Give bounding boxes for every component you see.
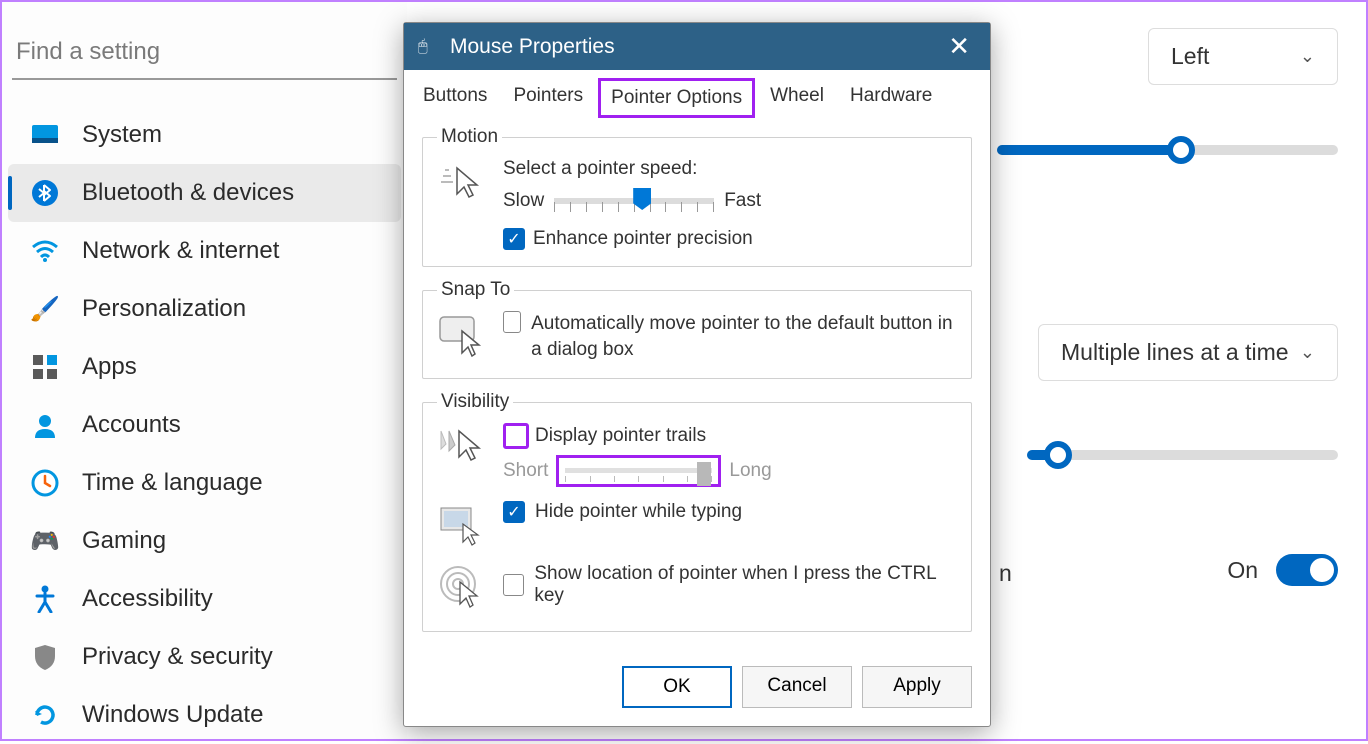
nav-label: Gaming [82,527,166,555]
nav-label: Windows Update [82,701,263,729]
nav-windows-update[interactable]: Windows Update [8,686,401,744]
enhance-precision-label: Enhance pointer precision [533,228,753,250]
tab-buttons[interactable]: Buttons [412,78,498,118]
dropdown-value: Multiple lines at a time [1061,339,1289,366]
ctrl-locate-icon [437,563,485,611]
motion-group: Motion Select a pointer speed: Slow Fast [422,126,972,267]
nav-label: System [82,121,162,149]
ctrl-locate-label: Show location of pointer when I press th… [534,563,957,607]
nav-time-language[interactable]: Time & language [8,454,401,512]
update-icon [30,700,60,730]
cursor-speed-slider[interactable] [997,145,1338,155]
apps-icon [30,352,60,382]
system-icon [30,120,60,150]
dialog-title: Mouse Properties [450,35,615,59]
toggle-label: On [1227,557,1258,584]
nav-label: Apps [82,353,137,381]
snapto-label: Automatically move pointer to the defaul… [531,311,957,362]
long-label: Long [729,460,771,482]
nav-label: Accessibility [82,585,213,613]
shield-icon [30,642,60,672]
ctrl-locate-checkbox[interactable] [503,574,524,596]
scroll-mode-dropdown[interactable]: Multiple lines at a time ⌄ [1038,324,1338,381]
nav-gaming[interactable]: 🎮 Gaming [8,512,401,570]
enhance-precision-checkbox[interactable]: ✓ [503,228,525,250]
nav-label: Time & language [82,469,263,497]
dialog-tabs: Buttons Pointers Pointer Options Wheel H… [404,70,990,118]
paintbrush-icon: 🖌️ [30,294,60,324]
pointer-trails-icon [437,423,485,471]
nav-label: Bluetooth & devices [82,179,294,207]
nav-bluetooth-devices[interactable]: Bluetooth & devices [8,164,401,222]
cancel-button[interactable]: Cancel [742,666,852,708]
display-trails-checkbox[interactable] [503,423,529,449]
visibility-group: Visibility Display pointer trails Short [422,391,972,632]
wifi-icon [30,236,60,266]
accessibility-icon [30,584,60,614]
snapto-group: Snap To Automatically move pointer to th… [422,279,972,379]
chevron-down-icon: ⌄ [1300,342,1315,363]
primary-button-dropdown[interactable]: Left ⌄ [1148,28,1338,85]
chevron-down-icon: ⌄ [1300,46,1315,67]
bluetooth-icon [30,178,60,208]
dropdown-value: Left [1171,43,1209,70]
cursor-motion-icon [437,158,485,206]
nav-label: Network & internet [82,237,279,265]
settings-sidebar: System Bluetooth & devices Network & int… [2,2,407,739]
snapto-icon [437,311,485,359]
nav-label: Personalization [82,295,246,323]
tab-pointers[interactable]: Pointers [502,78,594,118]
mouse-icon: 🖱 [418,38,440,56]
tab-hardware[interactable]: Hardware [839,78,943,118]
accounts-icon [30,410,60,440]
apply-button[interactable]: Apply [862,666,972,708]
nav-system[interactable]: System [8,106,401,164]
display-trails-label: Display pointer trails [535,425,706,447]
ok-button[interactable]: OK [622,666,732,708]
close-button[interactable]: ✕ [942,31,976,62]
hide-typing-icon [437,501,485,549]
tab-pointer-options[interactable]: Pointer Options [598,78,755,118]
nav-apps[interactable]: Apps [8,338,401,396]
nav-accessibility[interactable]: Accessibility [8,570,401,628]
nav-privacy-security[interactable]: Privacy & security [8,628,401,686]
dialog-titlebar[interactable]: 🖱 Mouse Properties ✕ [404,23,990,70]
gaming-icon: 🎮 [30,526,60,556]
lines-to-scroll-slider[interactable] [1027,450,1338,460]
scroll-inactive-toggle[interactable] [1276,554,1338,586]
tab-wheel[interactable]: Wheel [759,78,835,118]
fast-label: Fast [724,190,761,212]
hide-while-typing-checkbox[interactable]: ✓ [503,501,525,523]
slow-label: Slow [503,190,544,212]
nav-personalization[interactable]: 🖌️ Personalization [8,280,401,338]
snapto-checkbox[interactable] [503,311,521,333]
nav-network[interactable]: Network & internet [8,222,401,280]
mouse-properties-dialog: 🖱 Mouse Properties ✕ Buttons Pointers Po… [403,22,991,727]
clock-icon [30,468,60,498]
pointer-speed-label: Select a pointer speed: [503,158,957,180]
nav-label: Privacy & security [82,643,273,671]
short-label: Short [503,460,548,482]
nav-label: Accounts [82,411,181,439]
hide-typing-label: Hide pointer while typing [535,501,742,523]
search-input[interactable] [12,30,397,80]
nav-accounts[interactable]: Accounts [8,396,401,454]
trail-length-slider[interactable] [556,455,721,487]
pointer-speed-slider[interactable] [554,198,714,204]
